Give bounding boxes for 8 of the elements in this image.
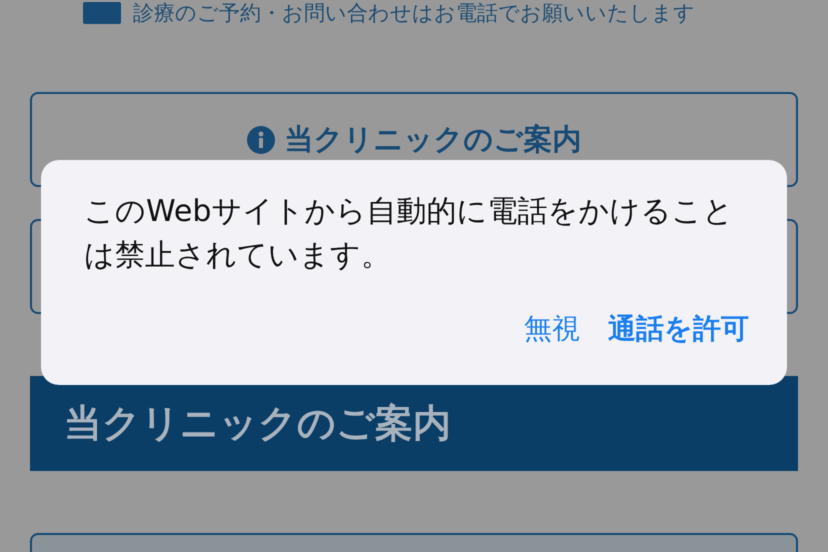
info-icon xyxy=(246,126,274,154)
allow-call-button[interactable]: 通話を許可 xyxy=(608,304,749,354)
section-heading: 当クリニックのご案内 xyxy=(64,399,451,447)
link-button[interactable] xyxy=(30,533,798,552)
notice-text: 診療のご予約・お問い合わせはお電話でお願いいたします xyxy=(133,0,695,26)
label-tag xyxy=(83,2,121,24)
dialog-message: このWebサイトから自動的に電話をかけることは禁止されています。 xyxy=(84,193,734,275)
ignore-button[interactable]: 無視 xyxy=(524,304,580,354)
